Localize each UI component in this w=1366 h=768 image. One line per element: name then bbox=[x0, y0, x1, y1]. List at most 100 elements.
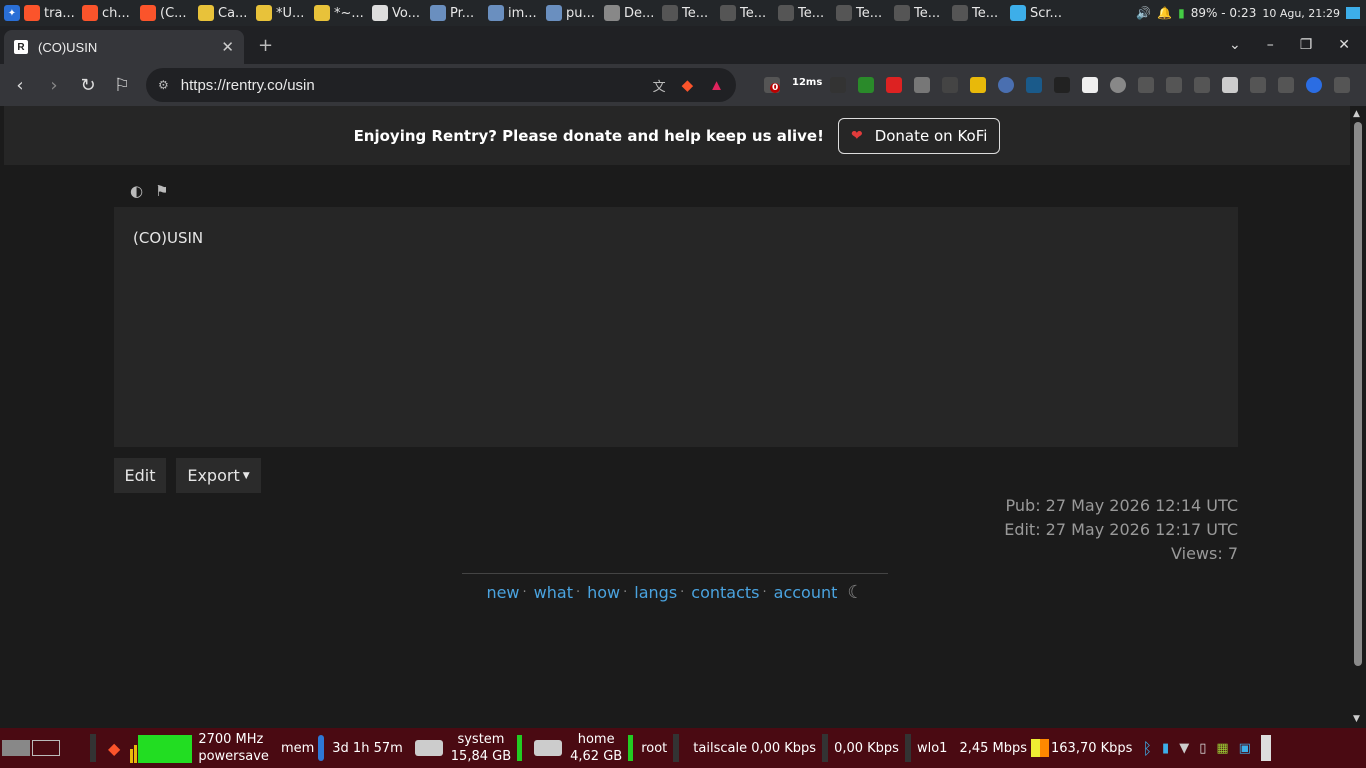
maximize-icon[interactable]: ❐ bbox=[1300, 37, 1313, 53]
flag-icon[interactable]: ⚑ bbox=[155, 182, 168, 200]
show-desktop-icon[interactable] bbox=[1346, 7, 1360, 19]
network-signal-icon[interactable]: ▮ bbox=[1162, 741, 1169, 756]
task-item[interactable]: Ca... bbox=[194, 0, 252, 26]
bookmark-icon[interactable]: ⚐ bbox=[112, 75, 132, 96]
json-extension-icon[interactable] bbox=[830, 77, 846, 93]
separator: · bbox=[680, 585, 685, 600]
green-extension-icon[interactable] bbox=[858, 77, 874, 93]
back-icon[interactable]: ‹ bbox=[10, 75, 30, 96]
wallet-icon[interactable] bbox=[1250, 77, 1266, 93]
tab-search-chevron-icon[interactable]: ⌄ bbox=[1229, 37, 1241, 53]
desktop-2[interactable] bbox=[32, 740, 60, 756]
excel-extension-icon[interactable] bbox=[1026, 77, 1042, 93]
task-item[interactable]: Te... bbox=[774, 0, 832, 26]
task-item[interactable]: ch... bbox=[78, 0, 136, 26]
a-extension-icon[interactable] bbox=[1082, 77, 1098, 93]
task-item[interactable]: Te... bbox=[716, 0, 774, 26]
home-disk-icon[interactable] bbox=[534, 740, 563, 756]
leo-ai-icon[interactable] bbox=[1278, 77, 1294, 93]
brave-rewards-icon[interactable]: ▲ bbox=[709, 77, 724, 94]
camera-extension-icon[interactable] bbox=[914, 77, 930, 93]
site-info-icon[interactable]: ⚙ bbox=[158, 78, 169, 92]
bluetooth-icon[interactable]: ᛒ bbox=[1142, 739, 1152, 758]
task-item[interactable]: Pr... bbox=[426, 0, 484, 26]
footer-link-contacts[interactable]: contacts bbox=[691, 583, 759, 602]
scroll-down-icon[interactable]: ▼ bbox=[1353, 714, 1360, 724]
system-disk-icon[interactable] bbox=[414, 740, 443, 756]
menu-icon[interactable] bbox=[1334, 77, 1350, 93]
footer-link-langs[interactable]: langs bbox=[634, 583, 677, 602]
circle-extension-icon[interactable] bbox=[1110, 77, 1126, 93]
task-item[interactable]: (C... bbox=[136, 0, 194, 26]
clipboard-icon[interactable]: ▯ bbox=[1199, 741, 1206, 756]
forward-icon[interactable]: › bbox=[44, 75, 64, 96]
volume-icon[interactable]: 🔊 bbox=[1136, 6, 1151, 20]
brave-shields-icon[interactable]: ◆ bbox=[682, 76, 694, 94]
download-icon[interactable] bbox=[1166, 77, 1182, 93]
task-item[interactable]: tra... bbox=[20, 0, 78, 26]
task-item[interactable]: De... bbox=[600, 0, 658, 26]
puzzle-extensions-icon[interactable] bbox=[1138, 77, 1154, 93]
getcrx-extension-icon[interactable] bbox=[942, 77, 958, 93]
desktop-1[interactable] bbox=[2, 740, 30, 756]
task-item[interactable]: *~... bbox=[310, 0, 368, 26]
ping-extension-icon[interactable]: 12ms bbox=[792, 77, 822, 93]
yellow-extension-icon[interactable] bbox=[970, 77, 986, 93]
clock[interactable]: 10 Agu, 21:29 bbox=[1262, 7, 1340, 20]
scrollbar-thumb[interactable] bbox=[1354, 122, 1362, 666]
task-item[interactable]: Te... bbox=[890, 0, 948, 26]
wifi-icon[interactable]: ▼ bbox=[1179, 741, 1189, 756]
media-icon[interactable] bbox=[1194, 77, 1210, 93]
task-item[interactable]: Te... bbox=[658, 0, 716, 26]
trash-icon[interactable]: ▦ bbox=[1216, 741, 1228, 756]
folder-icon bbox=[546, 5, 562, 21]
notification-icon[interactable]: 🔔 bbox=[1157, 6, 1172, 20]
desktop-peek-icon[interactable] bbox=[1260, 735, 1271, 761]
app-launcher-icon[interactable]: ✦ bbox=[4, 5, 20, 21]
system-tray: 🔊 🔔 ▮ 89% - 0:23 10 Agu, 21:29 bbox=[1136, 6, 1366, 20]
sidebar-icon[interactable] bbox=[1222, 77, 1238, 93]
dark-mode-moon-icon[interactable]: ☾ bbox=[847, 582, 863, 603]
footer-link-how[interactable]: how bbox=[587, 583, 620, 602]
task-label: Scr... bbox=[1030, 5, 1062, 21]
task-item[interactable]: pu... bbox=[542, 0, 600, 26]
donate-kofi-button[interactable]: ❤ Donate on KoFi bbox=[837, 117, 1001, 154]
profile-icon[interactable] bbox=[1306, 77, 1322, 93]
tab-close-icon[interactable]: ✕ bbox=[221, 38, 234, 56]
brave-launcher-icon[interactable]: ◆ bbox=[108, 739, 120, 758]
new-tab-icon[interactable]: + bbox=[258, 35, 273, 56]
battery-status[interactable]: 89% - 0:23 bbox=[1191, 6, 1257, 20]
export-button[interactable]: Export ▼ bbox=[176, 458, 261, 493]
translate-icon[interactable]: 文 bbox=[653, 76, 666, 95]
bat-extension-icon[interactable] bbox=[1054, 77, 1070, 93]
reload-icon[interactable]: ↻ bbox=[78, 75, 98, 96]
task-item[interactable]: Te... bbox=[832, 0, 890, 26]
scroll-up-icon[interactable]: ▲ bbox=[1353, 109, 1360, 119]
tab-active[interactable]: R (CO)USIN ✕ bbox=[4, 30, 244, 64]
window-close-icon[interactable]: ✕ bbox=[1338, 37, 1350, 53]
address-bar[interactable]: ⚙ https://rentry.co/usin 文 ◆ ▲ bbox=[146, 68, 736, 102]
footer-link-what[interactable]: what bbox=[534, 583, 573, 602]
contrast-icon[interactable]: ◐ bbox=[130, 182, 143, 200]
edited-date: Edit: 27 May 2026 12:17 UTC bbox=[1004, 520, 1238, 539]
edit-button[interactable]: Edit bbox=[114, 458, 166, 493]
wlo-download: 2,45 Mbps bbox=[959, 740, 1028, 756]
cursor-extension-icon[interactable] bbox=[998, 77, 1014, 93]
page-scrollbar[interactable]: ▲ ▼ bbox=[1350, 106, 1366, 728]
terminal-icon bbox=[720, 5, 736, 21]
battery-icon[interactable]: ▮ bbox=[1178, 6, 1185, 20]
cpu-bar bbox=[130, 749, 134, 763]
task-item[interactable]: Scr... bbox=[1006, 0, 1068, 26]
task-item[interactable]: Vo... bbox=[368, 0, 426, 26]
pager[interactable] bbox=[0, 728, 60, 768]
screen-icon[interactable]: ▣ bbox=[1239, 741, 1251, 756]
url-text[interactable]: https://rentry.co/usin bbox=[181, 77, 315, 94]
footer-link-account[interactable]: account bbox=[774, 583, 838, 602]
task-item[interactable]: im... bbox=[484, 0, 542, 26]
task-item[interactable]: *U... bbox=[252, 0, 310, 26]
footer-link-new[interactable]: new bbox=[486, 583, 519, 602]
task-item[interactable]: Te... bbox=[948, 0, 1006, 26]
counter-extension-icon[interactable]: 0 bbox=[764, 77, 781, 93]
red-extension-icon[interactable] bbox=[886, 77, 902, 93]
minimize-icon[interactable]: – bbox=[1267, 37, 1274, 53]
